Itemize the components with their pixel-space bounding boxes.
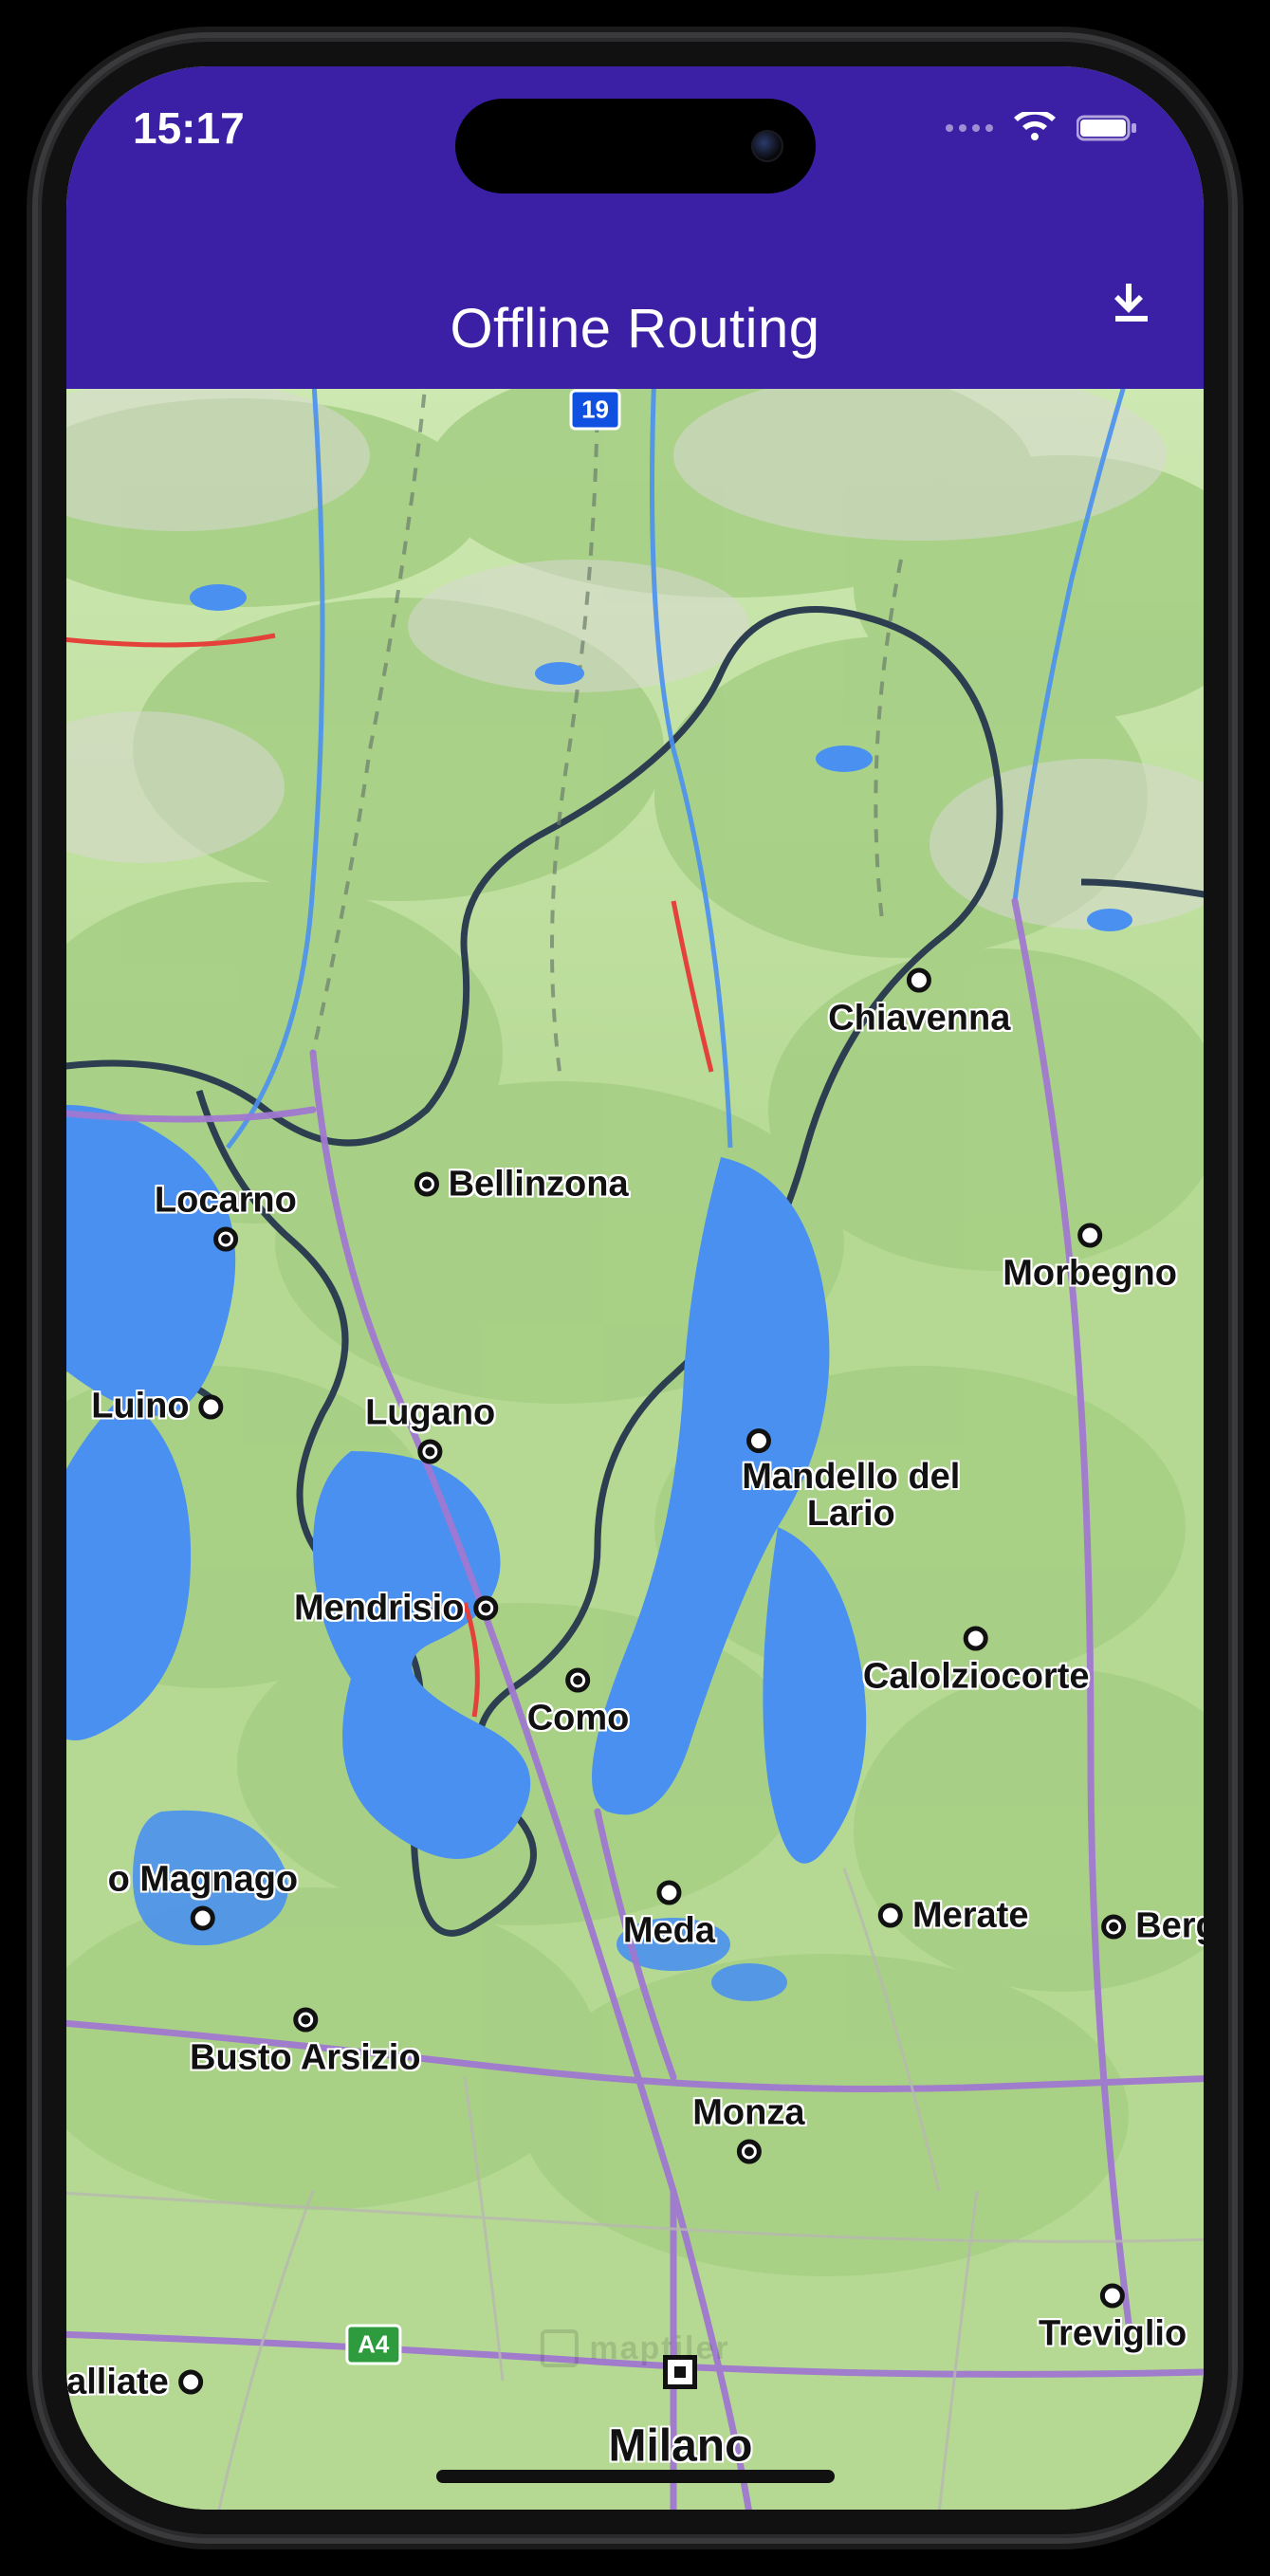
top-bar: 15:17 Offline Routing	[66, 66, 1204, 389]
page-title: Offline Routing	[450, 297, 819, 360]
road-shield-19: 19	[569, 390, 621, 431]
phone-volume-up	[27, 664, 38, 816]
map-attribution: maptiler	[540, 2329, 729, 2367]
front-camera-icon	[751, 130, 783, 162]
download-icon	[1110, 280, 1153, 323]
wifi-icon	[1014, 112, 1056, 144]
phone-power-button	[1232, 721, 1243, 967]
dynamic-island	[455, 99, 816, 193]
map-terrain	[66, 389, 1204, 2510]
download-button[interactable]	[1105, 275, 1158, 328]
phone-volume-down	[27, 854, 38, 1005]
screen: 19 A4 Chiavenna Bellinzona Locarno Morbe…	[66, 66, 1204, 2510]
map-view[interactable]: 19 A4 Chiavenna Bellinzona Locarno Morbe…	[66, 389, 1204, 2510]
app-bar: Offline Routing	[66, 297, 1204, 360]
phone-side-button	[27, 531, 38, 607]
maptiler-logo-icon	[540, 2329, 578, 2367]
road-shield-a4: A4	[345, 2324, 401, 2364]
home-indicator[interactable]	[436, 2470, 835, 2483]
battery-icon	[1077, 114, 1137, 142]
status-time: 15:17	[133, 102, 245, 154]
status-dots-icon	[946, 124, 993, 132]
